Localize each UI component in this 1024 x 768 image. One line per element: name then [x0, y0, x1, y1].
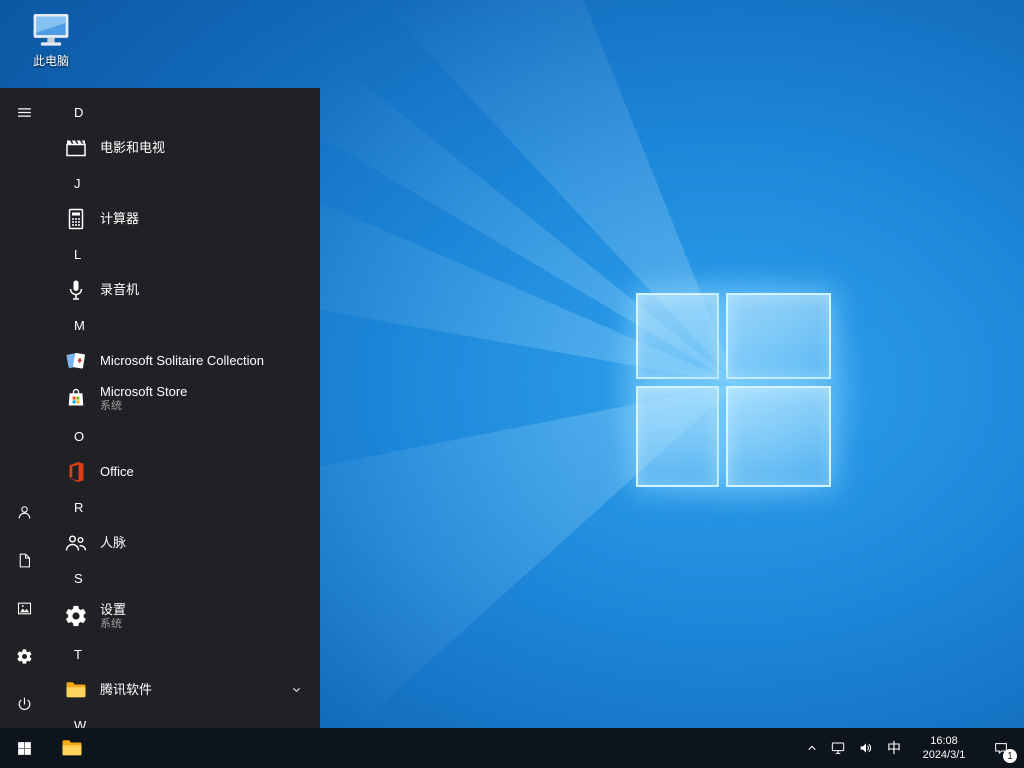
- logo-pane: [636, 386, 719, 487]
- app-item-label: 设置: [100, 601, 127, 617]
- store-icon: [64, 386, 88, 410]
- file-explorer-icon: [60, 736, 84, 760]
- system-tray: 中 16:08 2024/3/1 1: [800, 728, 1024, 768]
- logo-pane: [725, 386, 831, 487]
- app-item-labels: 电影和电视: [100, 140, 165, 156]
- clock-time: 16:08: [930, 735, 958, 747]
- solitaire-icon: [64, 349, 88, 373]
- ime-button[interactable]: 中: [880, 728, 908, 768]
- tray-overflow-button[interactable]: [800, 728, 824, 768]
- rail-documents-button[interactable]: [0, 536, 48, 584]
- app-group-letter-W[interactable]: W: [48, 707, 320, 729]
- app-item-labels: Microsoft Store 系统: [100, 384, 187, 413]
- app-item-settings[interactable]: 设置 系统: [48, 596, 320, 636]
- wallpaper-windows-logo: [636, 293, 831, 487]
- start-menu: D 电影和电视 J 计算器 L 录音机 M Microsoft Solitaire Colle…: [0, 88, 320, 728]
- start-app-list: D 电影和电视 J 计算器 L 录音机 M Microsoft Solitaire Colle…: [48, 88, 320, 728]
- app-group-letter-M[interactable]: M: [48, 307, 320, 343]
- mic-icon: [64, 278, 88, 302]
- app-item-people[interactable]: 人脉: [48, 525, 320, 560]
- calculator-icon: [64, 207, 88, 231]
- network-icon: [830, 740, 846, 756]
- gear-icon: [64, 604, 88, 628]
- app-item-calculator[interactable]: 计算器: [48, 201, 320, 236]
- user-icon: [16, 504, 33, 521]
- rail-pictures-button[interactable]: [0, 584, 48, 632]
- app-group-letter-O[interactable]: O: [48, 418, 320, 454]
- app-item-label: Office: [100, 463, 134, 479]
- desktop-icon-this-pc[interactable]: 此电脑: [12, 8, 90, 72]
- desktop-icon-label: 此电脑: [32, 54, 69, 68]
- app-group-letter-D[interactable]: D: [48, 94, 320, 130]
- app-group-letter-S[interactable]: S: [48, 560, 320, 596]
- app-item-labels: Microsoft Solitaire Collection: [100, 353, 264, 369]
- app-item-label: 人脉: [100, 534, 127, 550]
- this-pc-icon: [29, 11, 73, 50]
- app-item-movies-tv[interactable]: 电影和电视: [48, 130, 320, 165]
- app-item-solitaire[interactable]: Microsoft Solitaire Collection: [48, 343, 320, 378]
- movies-tv-icon: [64, 136, 88, 160]
- volume-button[interactable]: [852, 728, 880, 768]
- app-item-label: 计算器: [100, 210, 140, 226]
- power-icon: [16, 696, 33, 713]
- logo-pane: [636, 293, 719, 380]
- folder-icon: [64, 678, 88, 702]
- rail-account-button[interactable]: [0, 488, 48, 536]
- pictures-icon: [16, 600, 33, 617]
- app-item-label: 腾讯软件: [100, 681, 153, 697]
- people-icon: [64, 531, 88, 555]
- hamburger-icon: [16, 104, 33, 121]
- app-item-label: Microsoft Solitaire Collection: [100, 352, 265, 368]
- app-item-labels: Office: [100, 464, 134, 480]
- rail-settings-button[interactable]: [0, 632, 48, 680]
- app-item-labels: 人脉: [100, 535, 126, 551]
- start-rail: [0, 88, 48, 728]
- chevron-down-icon[interactable]: [289, 682, 304, 697]
- app-group-letter-R[interactable]: R: [48, 489, 320, 525]
- notification-badge: 1: [1003, 749, 1017, 763]
- taskbar: 中 16:08 2024/3/1 1: [0, 728, 1024, 768]
- app-group-letter-L[interactable]: L: [48, 236, 320, 272]
- app-item-tencent-folder[interactable]: 腾讯软件: [48, 672, 320, 707]
- app-item-label: 电影和电视: [100, 139, 166, 155]
- app-item-sublabel: 系统: [100, 617, 122, 630]
- speaker-icon: [858, 740, 874, 756]
- app-item-labels: 腾讯软件: [100, 682, 152, 698]
- app-item-label: Microsoft Store: [100, 383, 188, 399]
- chevron-up-icon: [804, 740, 820, 756]
- rail-expand-button[interactable]: [0, 88, 48, 136]
- rail-spacer: [0, 136, 48, 488]
- windows-logo-icon: [16, 740, 33, 757]
- document-icon: [16, 552, 33, 569]
- action-center-button[interactable]: 1: [980, 728, 1022, 768]
- logo-pane: [725, 293, 831, 380]
- clock-button[interactable]: 16:08 2024/3/1: [908, 728, 980, 768]
- clock-date: 2024/3/1: [922, 749, 966, 761]
- app-group-letter-J[interactable]: J: [48, 165, 320, 201]
- app-item-voice-recorder[interactable]: 录音机: [48, 272, 320, 307]
- app-item-office[interactable]: Office: [48, 454, 320, 489]
- network-button[interactable]: [824, 728, 852, 768]
- office-icon: [64, 460, 88, 484]
- app-item-labels: 设置 系统: [100, 602, 126, 631]
- app-item-sublabel: 系统: [100, 399, 122, 412]
- start-button[interactable]: [0, 728, 48, 768]
- app-item-microsoft-store[interactable]: Microsoft Store 系统: [48, 378, 320, 418]
- app-item-label: 录音机: [100, 281, 140, 297]
- gear-icon: [16, 648, 33, 665]
- file-explorer-button[interactable]: [48, 728, 96, 768]
- rail-power-button[interactable]: [0, 680, 48, 728]
- app-item-labels: 录音机: [100, 282, 139, 298]
- app-item-labels: 计算器: [100, 211, 139, 227]
- app-group-letter-T[interactable]: T: [48, 636, 320, 672]
